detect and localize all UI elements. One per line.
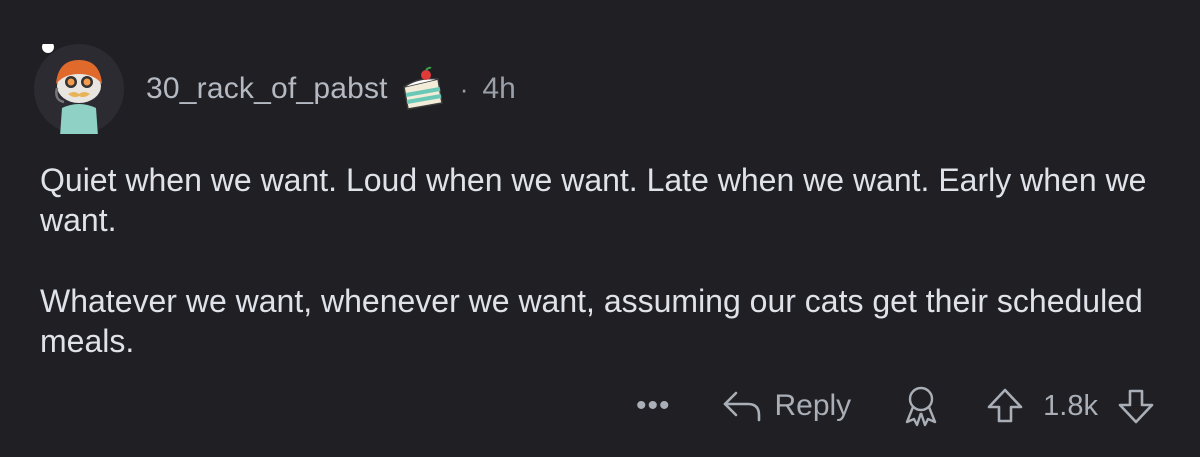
comment-header: 30_rack_of_pabst · 4h bbox=[146, 64, 516, 114]
comment-body: Quiet when we want. Loud when we want. L… bbox=[40, 160, 1160, 402]
cake-day-icon bbox=[402, 66, 443, 110]
username-link[interactable]: 30_rack_of_pabst bbox=[146, 72, 388, 106]
award-icon[interactable] bbox=[901, 384, 941, 428]
upvote-arrow-icon[interactable] bbox=[985, 386, 1025, 426]
snoo-avatar-icon bbox=[34, 44, 124, 134]
reply-arrow-icon bbox=[722, 389, 762, 423]
timestamp: 4h bbox=[482, 72, 516, 105]
comment-actions: ••• Reply 1.8k bbox=[636, 380, 1156, 432]
comment-paragraph: Quiet when we want. Loud when we want. L… bbox=[40, 162, 1147, 238]
more-options-button[interactable]: ••• bbox=[636, 391, 671, 421]
avatar[interactable] bbox=[34, 30, 124, 134]
comment-paragraph: Whatever we want, whenever we want, assu… bbox=[40, 283, 1143, 359]
reply-label: Reply bbox=[774, 389, 852, 422]
meta-separator: · bbox=[459, 73, 469, 104]
vote-controls: 1.8k bbox=[985, 386, 1156, 426]
downvote-arrow-icon[interactable] bbox=[1116, 386, 1156, 426]
comment-card: 30_rack_of_pabst · 4h Quiet when we want… bbox=[0, 0, 1200, 457]
vote-score: 1.8k bbox=[1043, 389, 1098, 422]
reply-button[interactable]: Reply bbox=[722, 389, 851, 423]
